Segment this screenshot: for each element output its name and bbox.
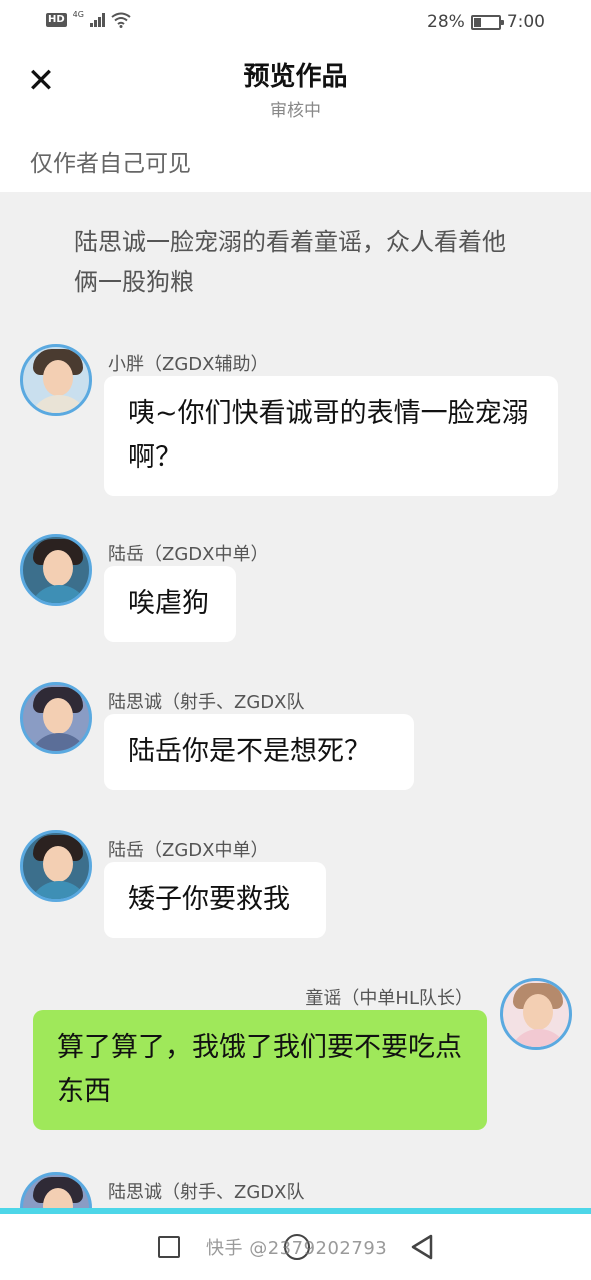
sender-name: 童谣（中单HL队长） bbox=[305, 988, 473, 1009]
visibility-notice: 仅作者自己可见 bbox=[0, 128, 591, 192]
clock: 7:00 bbox=[506, 12, 545, 32]
message-bubble[interactable]: 陆岳你是不是想死？ bbox=[104, 714, 414, 790]
message-bubble[interactable]: 唉虐狗 bbox=[104, 566, 236, 642]
review-status: 审核中 bbox=[270, 101, 321, 121]
sender-name: 陆岳（ZGDX中单） bbox=[108, 840, 269, 861]
battery-percent: 28% bbox=[427, 12, 465, 32]
avatar-tongyao[interactable] bbox=[500, 978, 572, 1050]
avatar-luyue[interactable] bbox=[20, 830, 92, 902]
status-right: 28% 7:00 bbox=[427, 12, 545, 32]
recent-apps-icon[interactable] bbox=[158, 1236, 180, 1258]
avatar-lusicheng[interactable] bbox=[20, 1172, 92, 1208]
sender-name: 陆思诚（射手、ZGDX队 bbox=[108, 1182, 305, 1203]
hd-icon: HD bbox=[46, 13, 67, 27]
avatar-xiaopang[interactable] bbox=[20, 344, 92, 416]
chat-area[interactable]: 陆思诚一脸宠溺的看着童谣，众人看着他俩一股狗粮 小胖（ZGDX辅助） 咦~你们快… bbox=[0, 192, 591, 1208]
visibility-text: 仅作者自己可见 bbox=[30, 151, 191, 177]
battery-charging-icon bbox=[470, 14, 504, 30]
status-left: HD 4G bbox=[46, 9, 131, 28]
message-bubble[interactable]: 咦~你们快看诚哥的表情一脸宠溺啊？ bbox=[104, 376, 558, 496]
network-type-label: 4G bbox=[72, 9, 84, 19]
sender-name: 陆思诚（射手、ZGDX队 bbox=[108, 692, 305, 713]
sender-name: 小胖（ZGDX辅助） bbox=[108, 354, 269, 375]
message-bubble-mine[interactable]: 算了算了，我饿了我们要不要吃点东西 bbox=[33, 1010, 487, 1130]
message-bubble[interactable]: 矮子你要救我 bbox=[104, 862, 326, 938]
page-title: 预览作品 bbox=[243, 62, 348, 92]
watermark: 快手 @2379202793 bbox=[206, 1238, 388, 1259]
signal-icon bbox=[89, 13, 105, 27]
system-nav-bar: 快手 @2379202793 bbox=[0, 1214, 591, 1280]
status-bar: HD 4G 28% 7:00 bbox=[0, 0, 591, 44]
sender-name: 陆岳（ZGDX中单） bbox=[108, 544, 269, 565]
narration-text: 陆思诚一脸宠溺的看着童谣，众人看着他俩一股狗粮 bbox=[74, 228, 506, 296]
back-icon[interactable] bbox=[410, 1234, 434, 1260]
avatar-lusicheng[interactable] bbox=[20, 682, 92, 754]
header: ✕ 预览作品 审核中 bbox=[0, 44, 591, 128]
avatar-luyue[interactable] bbox=[20, 534, 92, 606]
wifi-icon bbox=[111, 12, 131, 28]
